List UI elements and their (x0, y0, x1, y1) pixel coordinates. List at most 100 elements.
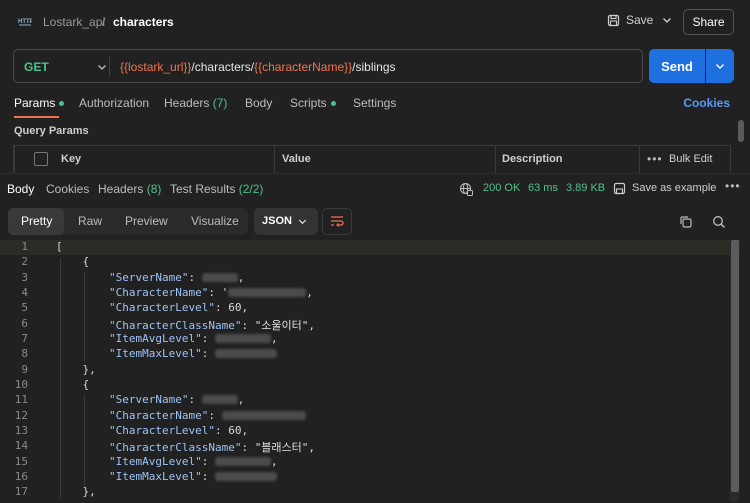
tab-test-results-count: (2/2) (238, 182, 264, 196)
response-view-bar: Pretty Raw Preview Visualize JSON (0, 205, 750, 238)
code-text: "CharacterLevel": 60, (108, 301, 249, 314)
save-as-example-button[interactable]: Save as example (632, 182, 716, 194)
line-number: 10 (14, 378, 28, 391)
format-label: JSON (262, 215, 292, 227)
code-text: "ItemMaxLevel": (56, 470, 277, 483)
redacted-value (214, 472, 277, 481)
code-text: [ (56, 240, 63, 253)
redacted-value (221, 411, 306, 420)
view-visualize[interactable]: Visualize (191, 214, 239, 228)
query-params-title: Query Params (14, 125, 89, 137)
tab-body[interactable]: Body (245, 96, 272, 110)
column-value: Value (282, 153, 311, 165)
chevron-down-icon[interactable] (96, 61, 108, 73)
request-scrollbar[interactable] (738, 120, 744, 142)
format-select[interactable]: JSON (254, 208, 318, 235)
breadcrumb-collection[interactable]: Lostark_api (43, 15, 105, 29)
response-body-editor[interactable]: 1 [ 2 { 3 "ServerName": , 4 "CharacterNa… (0, 238, 750, 503)
column-description: Description (502, 153, 563, 165)
code-text: { (56, 378, 90, 391)
editor-scrollbar-thumb[interactable] (731, 240, 739, 492)
line-number: 1 (21, 240, 28, 253)
redacted-value (214, 349, 277, 358)
code-line: 8 "ItemMaxLevel": (0, 347, 740, 362)
network-icon[interactable] (459, 182, 473, 196)
line-number: 15 (14, 455, 28, 468)
search-icon[interactable] (712, 215, 726, 229)
code-line: 7 "ItemAvgLevel": , (0, 332, 740, 347)
send-button[interactable]: Send (649, 49, 705, 83)
code-text: { (56, 255, 90, 268)
copy-icon[interactable] (679, 215, 693, 229)
tab-params[interactable]: Params (14, 96, 65, 110)
params-indicator-dot (59, 101, 65, 107)
code-text: "CharacterName": (56, 409, 306, 422)
code-line: 3 "ServerName": , (0, 271, 740, 286)
view-pretty[interactable]: Pretty (21, 214, 52, 228)
tab-headers[interactable]: Headers (7) (164, 96, 227, 110)
wrap-lines-button[interactable] (322, 208, 352, 235)
active-tab-indicator (14, 116, 59, 118)
chevron-down-icon[interactable] (661, 14, 673, 26)
line-number: 12 (14, 409, 28, 422)
chevron-down-icon (716, 64, 724, 69)
breadcrumb-request[interactable]: characters (113, 15, 174, 29)
line-number: 8 (21, 347, 28, 360)
code-text: "ItemAvgLevel": , (108, 455, 278, 468)
code-text: "CharacterLevel": 60, (108, 424, 249, 437)
code-text: "ItemMaxLevel": (56, 347, 277, 360)
tab-test-results[interactable]: Test Results (2/2) (170, 182, 263, 196)
save-label: Save (626, 13, 654, 27)
tab-response-body[interactable]: Body (7, 182, 34, 196)
share-button[interactable]: Share (683, 9, 734, 35)
tab-settings[interactable]: Settings (353, 96, 396, 110)
view-mode-group: Pretty Raw Preview Visualize (8, 208, 248, 235)
response-time[interactable]: 63 ms (528, 182, 558, 194)
line-number: 13 (14, 424, 28, 437)
tab-response-headers[interactable]: Headers (8) (98, 182, 161, 196)
code-line: 17 }, (0, 485, 740, 500)
status-code[interactable]: 200 OK (483, 182, 520, 194)
code-line: 9 }, (0, 363, 740, 378)
send-options-button[interactable] (706, 49, 734, 83)
line-number: 16 (14, 470, 28, 483)
line-number: 3 (21, 271, 28, 284)
code-line: 16 "ItemMaxLevel": (0, 470, 740, 485)
redacted-value (201, 273, 238, 282)
more-options-icon[interactable]: ••• (647, 152, 663, 166)
code-text: }, (56, 363, 96, 376)
response-size[interactable]: 3.89 KB (566, 182, 605, 194)
view-preview[interactable]: Preview (125, 214, 168, 228)
url-path-segment: /characters/ (191, 60, 255, 74)
code-text: "CharacterName": ', (108, 286, 313, 299)
code-line: 11 "ServerName": , (0, 393, 740, 408)
breadcrumb-separator: / (102, 15, 106, 29)
column-divider (495, 146, 496, 173)
url-divider (109, 56, 110, 77)
bulk-edit-button[interactable]: Bulk Edit (669, 153, 712, 165)
method-select[interactable]: GET (24, 60, 49, 74)
tab-params-label: Params (14, 96, 56, 110)
code-line: 10 { (0, 378, 740, 393)
more-options-icon[interactable]: ••• (725, 179, 741, 193)
view-raw[interactable]: Raw (78, 214, 102, 228)
save-button[interactable]: Save (607, 13, 653, 27)
code-value: 60 (228, 301, 242, 314)
select-all-checkbox[interactable] (34, 152, 48, 166)
code-line: 14 "CharacterClassName": "블래스터", (0, 439, 740, 454)
tab-scripts[interactable]: Scripts (290, 96, 336, 110)
url-input[interactable]: {{lostark_url}}/characters/{{characterNa… (120, 60, 396, 74)
url-variable: {{characterName}} (254, 60, 353, 74)
redacted-value (201, 395, 238, 404)
tab-authorization[interactable]: Authorization (79, 96, 149, 110)
tab-test-results-label: Test Results (170, 182, 236, 196)
wrap-lines-icon (331, 216, 344, 227)
cookies-link[interactable]: Cookies (683, 96, 730, 110)
tab-headers-count: (7) (212, 96, 228, 110)
tab-response-cookies[interactable]: Cookies (46, 182, 89, 196)
code-line: 15 "ItemAvgLevel": , (0, 455, 740, 470)
code-text: "CharacterClassName": "블래스터", (108, 441, 316, 454)
line-number: 14 (14, 439, 28, 452)
line-number: 17 (14, 485, 28, 498)
tab-response-headers-count: (8) (146, 182, 162, 196)
